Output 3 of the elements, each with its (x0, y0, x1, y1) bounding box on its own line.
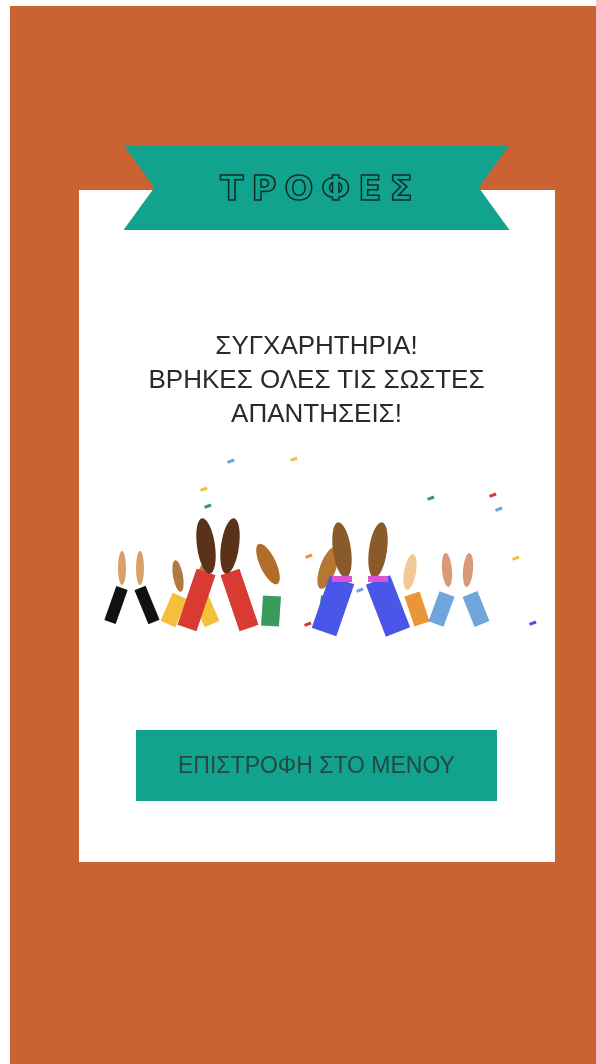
congratulations-message: ΣΥΓΧΑΡΗΤΗΡΙΑ! ΒΡΗΚΕΣ ΟΛΕΣ ΤΙΣ ΣΩΣΤΕΣ ΑΠΑΝΤΗΣΕΙΣ! (148, 329, 485, 430)
back-to-menu-button[interactable]: ΕΠΙΣΤΡΟΦΗ ΣΤΟ ΜΕΝΟΥ (136, 730, 497, 801)
banner-title: ΤΡΟΦΕΣ (218, 167, 421, 208)
